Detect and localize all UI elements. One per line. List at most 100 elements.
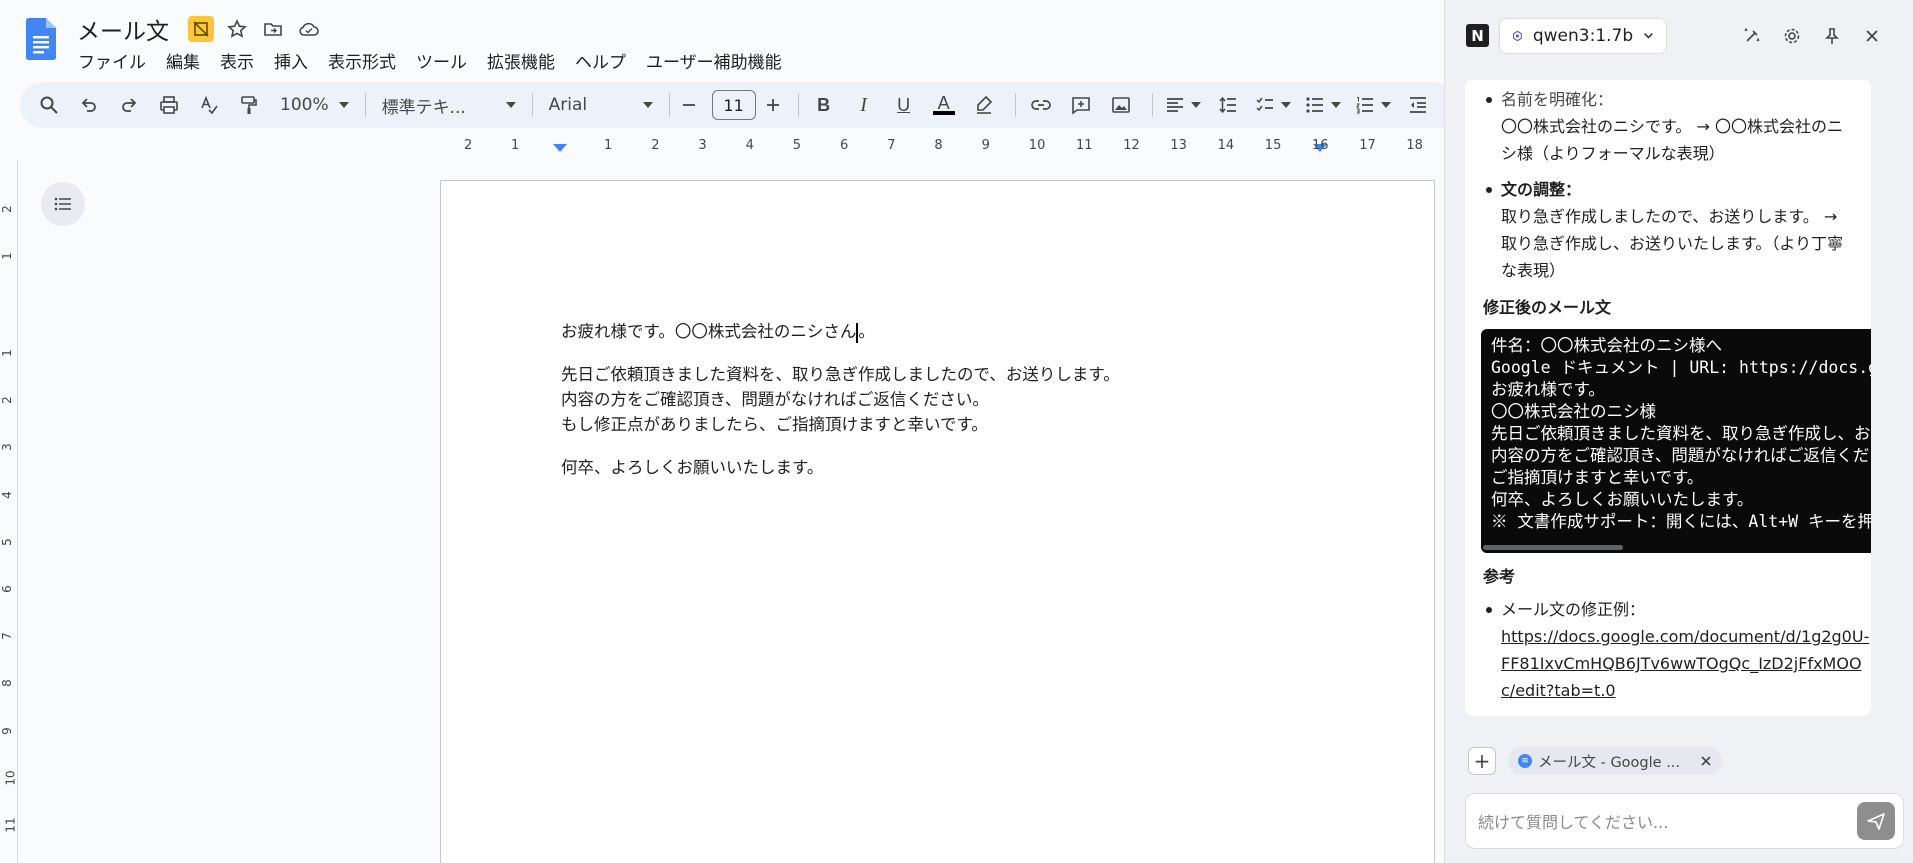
italic-icon[interactable]: I (847, 88, 881, 122)
insert-image-icon[interactable] (1104, 88, 1138, 122)
spellcheck-icon[interactable] (192, 88, 226, 122)
ruler-tick-label: 16 (1312, 138, 1329, 153)
greeting-text: お疲れ様です。〇〇株式会社のニシさん (561, 322, 857, 341)
ruler-tick-label: 2 (464, 138, 473, 153)
ruler-tick-label: 6 (0, 585, 14, 593)
title-icons (188, 16, 322, 42)
font-size-input[interactable]: 11 (711, 90, 756, 120)
redo-icon[interactable] (112, 88, 146, 122)
bold-icon[interactable]: B (807, 88, 841, 122)
offline-status-icon[interactable] (188, 16, 214, 42)
body-line-5: 何卒、よろしくお願いいたします。 (561, 458, 824, 477)
menu-insert[interactable]: 挿入 (264, 46, 318, 75)
menu-help[interactable]: ヘルプ (565, 46, 636, 75)
greeting-period: 。 (858, 322, 875, 341)
reference-link[interactable]: FF81IxvCmHQB6JTv6wwTOgQc_IzD2jFfxMOO (1501, 654, 1862, 673)
send-button[interactable] (1857, 802, 1895, 840)
code-line: ご指摘頂けますと幸いです。 (1491, 468, 1704, 487)
ruler-tick-label: 7 (887, 138, 896, 153)
menu-tools[interactable]: ツール (406, 46, 477, 75)
chip-label: メール文 - Google ... (1538, 754, 1681, 771)
line-spacing-icon[interactable] (1211, 88, 1245, 122)
left-indent-marker[interactable] (553, 144, 567, 152)
pin-icon[interactable] (1820, 24, 1844, 48)
ruler-tick-label: 12 (1123, 138, 1140, 153)
chat-input-box (1465, 793, 1904, 849)
menu-extensions[interactable]: 拡張機能 (477, 46, 565, 75)
ruler-tick-label: 5 (792, 138, 802, 153)
add-context-button[interactable]: + (1468, 747, 1496, 775)
code-line: Google ドキュメント | URL: https://docs.goo (1491, 358, 1871, 377)
menu-edit[interactable]: 編集 (156, 46, 210, 75)
context-chip[interactable]: ≡ メール文 - Google ... (1508, 747, 1723, 775)
ruler-tick-label: 11 (3, 817, 18, 833)
add-comment-icon[interactable] (1064, 88, 1098, 122)
decrease-indent-icon[interactable] (1401, 88, 1435, 122)
move-folder-icon[interactable] (260, 16, 286, 42)
ruler-tick-label: 8 (0, 679, 14, 688)
body-line-3: 内容の方をご確認頂き、問題がなければご返信ください。 (561, 390, 989, 409)
menu-accessibility[interactable]: ユーザー補助機能 (636, 46, 792, 75)
formatting-toolbar: 100% 標準テキ... Arial 11 B I U A (20, 82, 1444, 128)
checklist-icon[interactable] (1251, 88, 1295, 122)
code-block[interactable]: 件名：〇〇株式会社のニシ様へ Google ドキュメント | URL: http… (1481, 329, 1871, 553)
chat-input[interactable] (1478, 808, 1848, 836)
google-docs-logo-icon[interactable] (26, 18, 56, 60)
body-line-1: お疲れ様です。〇〇株式会社のニシさん。 (561, 319, 1120, 344)
document-body[interactable]: お疲れ様です。〇〇株式会社のニシさん。 先日ご依頼頂きました資料を、取り急ぎ作成… (561, 319, 1120, 480)
menu-view[interactable]: 表示 (210, 46, 264, 75)
settings-icon[interactable] (1780, 24, 1804, 48)
undo-icon[interactable] (72, 88, 106, 122)
highlight-color-icon[interactable] (967, 88, 1001, 122)
ruler-tick-label: 9 (0, 726, 14, 735)
insert-link-icon[interactable] (1024, 88, 1058, 122)
ruler-tick-label: 2 (651, 138, 660, 153)
menu-format[interactable]: 表示形式 (318, 46, 406, 75)
clear-chat-icon[interactable] (1740, 24, 1764, 48)
numbered-list-icon[interactable] (1351, 88, 1395, 122)
text-color-icon[interactable]: A (927, 88, 961, 122)
close-icon[interactable] (1860, 24, 1884, 48)
code-line: 先日ご依頼頂きました資料を、取り急ぎ作成し、お (1491, 424, 1871, 443)
horizontal-ruler[interactable]: 2 1 1 2 3 4 5 6 7 8 9 10 11 12 13 14 15 16 17 18 (442, 138, 1442, 158)
model-select[interactable]: qwen3:1.7b (1499, 18, 1667, 54)
ruler-tick-label: 11 (1076, 138, 1093, 153)
reference-link[interactable]: https://docs.google.com/document/d/1g2g0… (1501, 627, 1869, 646)
send-icon (1867, 813, 1885, 830)
chat-response: 名前を明確化： 〇〇株式会社のニシです。 → 〇〇株式会社のニ シ様（よりフォー… (1465, 80, 1871, 716)
zoom-select[interactable]: 100% (272, 88, 357, 122)
list-item: メール文の修正例： https://docs.google.com/docume… (1483, 596, 1871, 704)
ruler-tick-label: 10 (1028, 138, 1046, 153)
reference-link[interactable]: c/edit?tab=t.0 (1501, 681, 1616, 700)
paint-format-icon[interactable] (232, 88, 266, 122)
paragraph-style-select[interactable]: 標準テキ... (374, 88, 524, 122)
bulleted-list-icon[interactable] (1301, 88, 1345, 122)
menubar: ファイル 編集 表示 挿入 表示形式 ツール 拡張機能 ヘルプ ユーザー補助機能 (68, 46, 792, 75)
ruler-tick-label: 1 (604, 138, 613, 153)
docs-titlebar: メール文 ファイル 編集 表示 挿入 表示形式 ツール 拡張機能 ヘルプ ユーザ… (0, 0, 1444, 75)
menu-file[interactable]: ファイル (68, 46, 156, 75)
print-icon[interactable] (152, 88, 186, 122)
underline-icon[interactable]: U (887, 88, 921, 122)
google-docs-window: メール文 ファイル 編集 表示 挿入 表示形式 ツール 拡張機能 ヘルプ ユーザ… (0, 0, 1444, 863)
ruler-tick-label: 18 (1406, 138, 1423, 153)
font-select[interactable]: Arial (541, 88, 661, 122)
chevron-down-icon (1644, 33, 1653, 39)
paragraph-style-value: 標準テキ... (381, 97, 466, 118)
item-text: 取り急ぎ作成し、お送りいたします。（より丁寧 (1501, 234, 1844, 253)
ruler-tick-label: 3 (0, 443, 14, 452)
increase-font-size-icon[interactable] (762, 88, 784, 122)
ruler-tick-label: 1 (511, 138, 520, 153)
document-outline-button[interactable] (41, 182, 85, 226)
cloud-saved-icon[interactable] (296, 16, 322, 42)
search-menus-icon[interactable] (32, 88, 66, 122)
document-title[interactable]: メール文 (77, 12, 169, 46)
star-icon[interactable] (224, 16, 250, 42)
code-scrollbar[interactable] (1483, 545, 1623, 550)
ruler-tick-label: 14 (1217, 138, 1235, 153)
document-page[interactable]: お疲れ様です。〇〇株式会社のニシさん。 先日ご依頼頂きました資料を、取り急ぎ作成… (440, 180, 1435, 863)
decrease-font-size-icon[interactable] (678, 88, 700, 122)
remove-chip-icon[interactable] (1700, 755, 1712, 767)
model-name: qwen3:1.7b (1532, 26, 1634, 46)
align-icon[interactable] (1161, 88, 1205, 122)
